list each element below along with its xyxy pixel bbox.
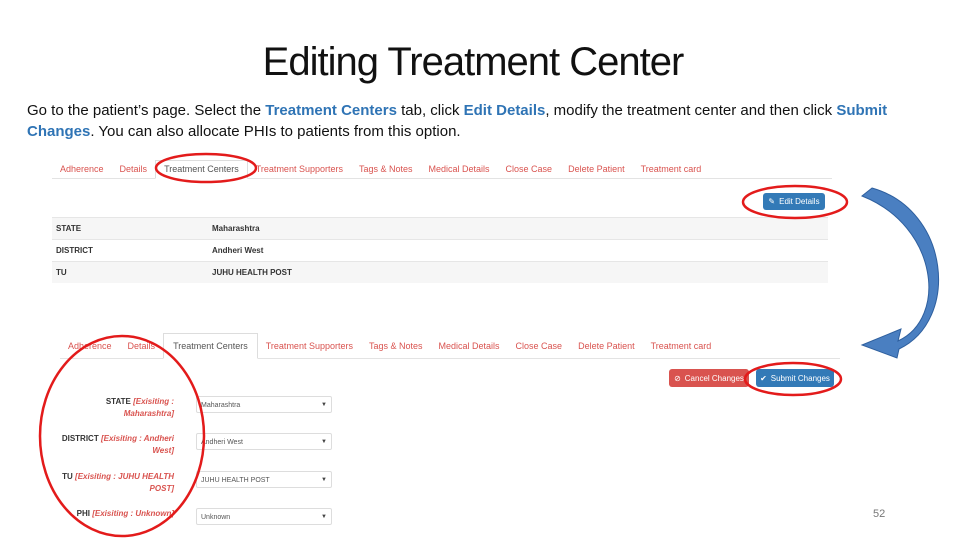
field-name: TU bbox=[62, 472, 73, 481]
table-row: DISTRICT Andheri West bbox=[52, 239, 828, 262]
instructions-text: Go to the patient’s page. Select the Tre… bbox=[27, 100, 927, 142]
page-number: 52 bbox=[873, 508, 886, 520]
highlight-edit-details: Edit Details bbox=[463, 102, 546, 119]
form-row-tu: TU [Exisiting : JUHU HEALTH POST] JUHU H… bbox=[60, 471, 340, 501]
row-label: TU bbox=[52, 261, 208, 283]
tab-treatment-card[interactable]: Treatment card bbox=[643, 334, 720, 358]
treatment-center-table: STATE Maharashtra DISTRICT Andheri West … bbox=[52, 217, 828, 283]
tab-bar-view: Adherence Details Treatment Centers Trea… bbox=[52, 160, 832, 179]
existing-value: [Exisiting : JUHU HEALTH POST] bbox=[75, 472, 174, 493]
existing-value: [Exisiting : Andheri West] bbox=[100, 434, 174, 455]
tab-treatment-centers[interactable]: Treatment Centers bbox=[155, 160, 248, 179]
caret-down-icon: ▼ bbox=[321, 514, 327, 520]
field-name: PHI bbox=[76, 509, 90, 518]
tab-details[interactable]: Details bbox=[120, 334, 164, 358]
tu-label: TU [Exisiting : JUHU HEALTH POST] bbox=[60, 471, 174, 495]
tab-close-case[interactable]: Close Case bbox=[508, 334, 571, 358]
selected-value: Maharashtra bbox=[201, 402, 241, 409]
submit-changes-button[interactable]: ✔ Submit Changes bbox=[756, 369, 834, 387]
instructions-part: tab, click bbox=[396, 102, 464, 119]
table-row: TU JUHU HEALTH POST bbox=[52, 261, 828, 283]
highlight-treatment-centers: Treatment Centers bbox=[265, 102, 397, 119]
submit-changes-label: Submit Changes bbox=[770, 373, 830, 383]
tu-select[interactable]: JUHU HEALTH POST ▼ bbox=[196, 471, 332, 488]
tab-details[interactable]: Details bbox=[112, 161, 156, 178]
existing-value: [Exisiting : Maharashtra] bbox=[123, 397, 174, 418]
cancel-changes-label: Cancel Changes bbox=[684, 373, 744, 383]
form-row-phi: PHI [Exisiting : Unknown] Unknown ▼ bbox=[60, 508, 340, 538]
tab-treatment-supporters[interactable]: Treatment Supporters bbox=[248, 161, 351, 178]
tab-delete-patient[interactable]: Delete Patient bbox=[560, 161, 633, 178]
tab-adherence[interactable]: Adherence bbox=[52, 161, 112, 178]
phi-label: PHI [Exisiting : Unknown] bbox=[60, 508, 174, 520]
row-label: STATE bbox=[52, 217, 208, 240]
tab-bar-edit: Adherence Details Treatment Centers Trea… bbox=[60, 333, 840, 359]
table-row: STATE Maharashtra bbox=[52, 217, 828, 240]
edit-details-label: Edit Details bbox=[779, 197, 820, 206]
field-name: DISTRICT bbox=[61, 434, 99, 443]
row-value: Andheri West bbox=[208, 239, 828, 262]
cancel-changes-button[interactable]: ⊘ Cancel Changes bbox=[669, 369, 749, 387]
tab-adherence[interactable]: Adherence bbox=[60, 334, 120, 358]
instructions-part: , modify the treatment center and then c… bbox=[545, 102, 837, 119]
instructions-part: . You can also allocate PHIs to patients… bbox=[90, 123, 461, 140]
state-label: STATE [Exisiting : Maharashtra] bbox=[60, 396, 174, 420]
tab-medical-details[interactable]: Medical Details bbox=[421, 161, 498, 178]
selected-value: Andheri West bbox=[201, 439, 243, 446]
tab-treatment-card[interactable]: Treatment card bbox=[633, 161, 710, 178]
caret-down-icon: ▼ bbox=[321, 402, 327, 408]
form-row-state: STATE [Exisiting : Maharashtra] Maharash… bbox=[60, 396, 340, 426]
slide-title: Editing Treatment Center bbox=[262, 40, 685, 84]
row-value: JUHU HEALTH POST bbox=[208, 261, 828, 283]
instructions-part: Go to the patient’s page. Select the bbox=[27, 102, 266, 119]
field-name: STATE bbox=[105, 397, 131, 406]
phi-select[interactable]: Unknown ▼ bbox=[196, 508, 332, 525]
existing-value: [Exisiting : Unknown] bbox=[92, 509, 174, 518]
curved-arrow-icon bbox=[860, 187, 939, 359]
tab-medical-details[interactable]: Medical Details bbox=[431, 334, 508, 358]
tab-tags-notes[interactable]: Tags & Notes bbox=[361, 334, 431, 358]
row-label: DISTRICT bbox=[52, 239, 208, 262]
tab-tags-notes[interactable]: Tags & Notes bbox=[351, 161, 421, 178]
check-icon: ✔ bbox=[760, 373, 767, 383]
caret-down-icon: ▼ bbox=[321, 477, 327, 483]
edit-details-button[interactable]: ✎ Edit Details bbox=[763, 193, 825, 210]
tab-treatment-centers[interactable]: Treatment Centers bbox=[163, 333, 258, 359]
district-select[interactable]: Andheri West ▼ bbox=[196, 433, 332, 450]
district-label: DISTRICT [Exisiting : Andheri West] bbox=[60, 433, 174, 457]
caret-down-icon: ▼ bbox=[321, 439, 327, 445]
row-value: Maharashtra bbox=[208, 217, 828, 240]
state-select[interactable]: Maharashtra ▼ bbox=[196, 396, 332, 413]
selected-value: JUHU HEALTH POST bbox=[201, 477, 270, 484]
tab-treatment-supporters[interactable]: Treatment Supporters bbox=[258, 334, 361, 358]
tab-delete-patient[interactable]: Delete Patient bbox=[570, 334, 643, 358]
ban-icon: ⊘ bbox=[674, 373, 681, 383]
tab-close-case[interactable]: Close Case bbox=[498, 161, 561, 178]
pencil-icon: ✎ bbox=[768, 197, 776, 206]
selected-value: Unknown bbox=[201, 514, 231, 521]
form-row-district: DISTRICT [Exisiting : Andheri West] Andh… bbox=[60, 433, 340, 463]
